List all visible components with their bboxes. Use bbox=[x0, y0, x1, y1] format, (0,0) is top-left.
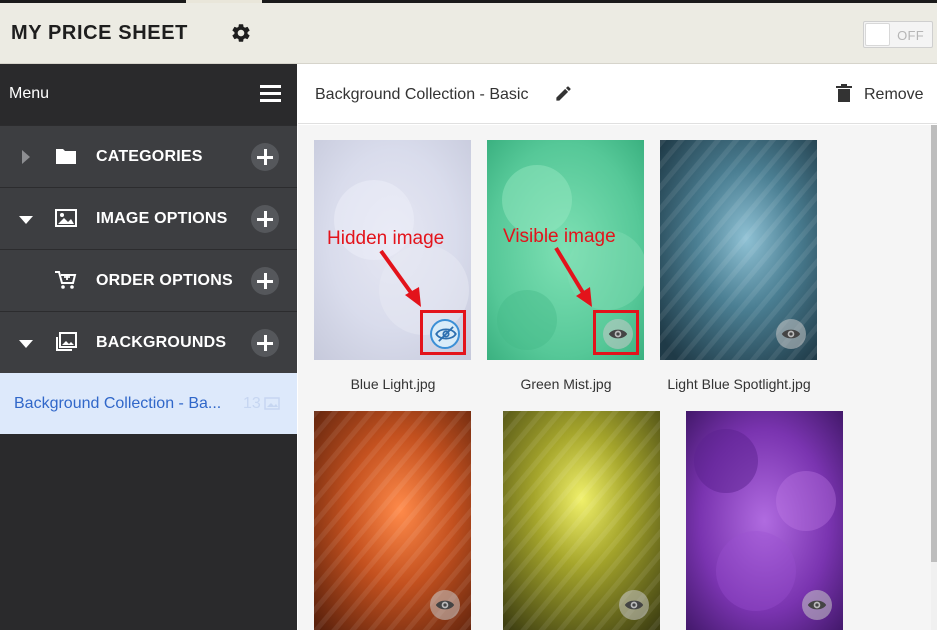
annotation-arrow-visible bbox=[554, 246, 592, 307]
settings-gear-icon[interactable] bbox=[230, 22, 252, 44]
collection-count: 13 bbox=[243, 395, 261, 412]
menu-header: Menu bbox=[0, 64, 297, 125]
menu-title: Menu bbox=[9, 85, 50, 102]
toggle-knob bbox=[865, 23, 890, 46]
caret-down-icon[interactable] bbox=[19, 338, 33, 350]
scrollbar-thumb[interactable] bbox=[931, 125, 937, 562]
collection-header: Background Collection - Basic Remove bbox=[298, 64, 937, 124]
image-name: Blue Light.jpg bbox=[350, 376, 436, 392]
sidebar-item-backgrounds[interactable]: BACKGROUNDS bbox=[0, 311, 297, 373]
image-name: Green Mist.jpg bbox=[520, 376, 612, 392]
sidebar-item-label: IMAGE OPTIONS bbox=[96, 210, 228, 227]
trash-icon bbox=[836, 84, 852, 102]
image-grid: Blue Light.jpg Green Mist.jpg Light Blue… bbox=[298, 125, 931, 630]
hamburger-menu-icon[interactable] bbox=[260, 85, 281, 102]
sidebar-item-image-options[interactable]: IMAGE OPTIONS bbox=[0, 187, 297, 249]
folder-icon bbox=[56, 149, 76, 164]
app-title: MY PRICE SHEET bbox=[11, 22, 188, 44]
edit-pencil-icon[interactable] bbox=[554, 84, 573, 103]
caret-right-icon[interactable] bbox=[20, 150, 32, 164]
visible-eye-icon[interactable] bbox=[776, 319, 806, 349]
add-category-button[interactable] bbox=[251, 143, 279, 171]
annotation-box-hidden bbox=[420, 310, 466, 355]
images-stack-icon bbox=[56, 332, 77, 351]
caret-down-icon[interactable] bbox=[19, 214, 33, 226]
visible-eye-icon[interactable] bbox=[430, 590, 460, 620]
sidebar-item-label: ORDER OPTIONS bbox=[96, 272, 233, 289]
add-background-button[interactable] bbox=[251, 329, 279, 357]
collection-title: Background Collection - Basic bbox=[315, 86, 529, 103]
content-scrollbar[interactable] bbox=[931, 125, 937, 630]
remove-label: Remove bbox=[864, 86, 924, 103]
image-icon bbox=[55, 209, 77, 227]
sidebar-item-label: BACKGROUNDS bbox=[96, 334, 227, 351]
visible-eye-icon[interactable] bbox=[619, 590, 649, 620]
image-count-icon bbox=[264, 397, 280, 410]
annotation-arrow-hidden bbox=[379, 249, 421, 307]
add-image-option-button[interactable] bbox=[251, 205, 279, 233]
image-name: Light Blue Spotlight.jpg bbox=[667, 376, 811, 392]
sidebar-item-background-collection[interactable]: Background Collection - Ba... 13 bbox=[0, 373, 297, 434]
add-order-option-button[interactable] bbox=[251, 267, 279, 295]
sidebar-item-label: CATEGORIES bbox=[96, 148, 203, 165]
sidebar: Menu CATEGORIES IMAGE OPTIONS ORDER OPTI… bbox=[0, 64, 297, 630]
app-header: MY PRICE SHEET OFF bbox=[0, 3, 937, 64]
visible-eye-icon[interactable] bbox=[802, 590, 832, 620]
collection-label: Background Collection - Ba... bbox=[14, 395, 222, 412]
sidebar-item-order-options[interactable]: ORDER OPTIONS bbox=[0, 249, 297, 311]
cart-icon bbox=[55, 271, 77, 289]
sidebar-item-categories[interactable]: CATEGORIES bbox=[0, 125, 297, 187]
publish-toggle[interactable]: OFF bbox=[863, 21, 933, 48]
toggle-label: OFF bbox=[897, 28, 924, 43]
annotation-box-visible bbox=[593, 310, 639, 355]
